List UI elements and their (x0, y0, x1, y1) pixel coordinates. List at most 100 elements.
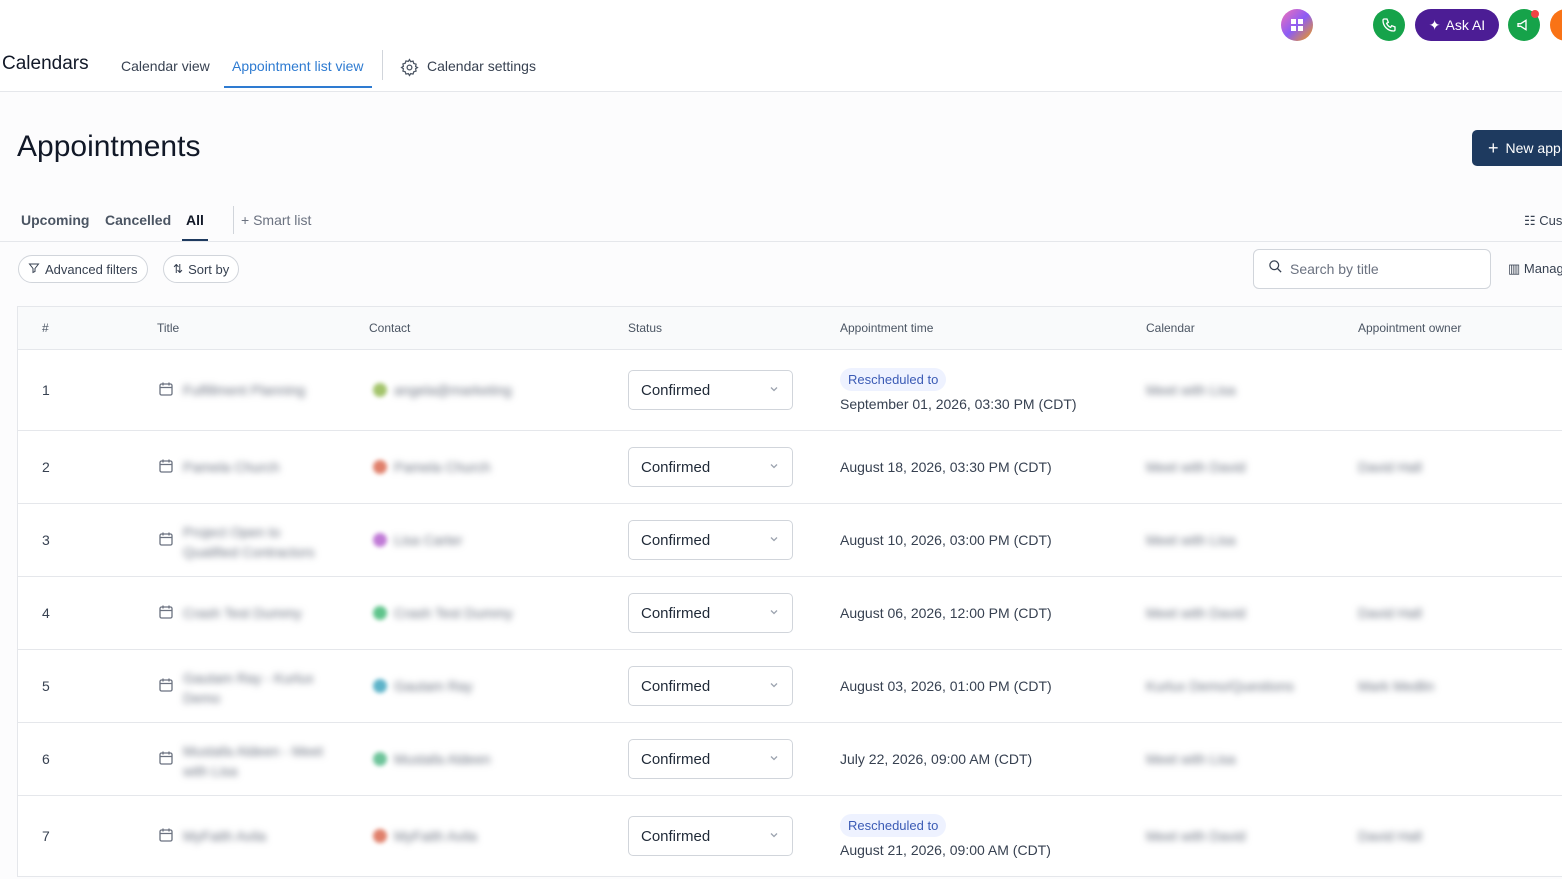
search-icon (1268, 259, 1283, 279)
table-row[interactable]: 7 MyFaith Avila MyFaith Avila Confirmed … (18, 796, 1562, 877)
phone-icon[interactable] (1373, 9, 1405, 41)
smart-list-button[interactable]: + Smart list (241, 212, 311, 228)
table-row[interactable]: 3 Project Open to Qualified Contractors … (18, 504, 1562, 577)
tab-appointment-list-view[interactable]: Appointment list view (224, 58, 372, 88)
appointment-owner: David Hall (1358, 459, 1422, 475)
calendar-icon (158, 381, 174, 400)
row-number: 6 (42, 751, 50, 767)
contact-name[interactable]: angela@marketing (394, 382, 594, 398)
customize-button[interactable]: ☷ Cus (1524, 213, 1562, 229)
contact-avatar (373, 829, 387, 843)
status-value: Confirmed (641, 750, 711, 768)
row-number: 3 (42, 532, 50, 548)
status-value: Confirmed (641, 381, 711, 399)
appointment-title[interactable]: Fulfillment Planning (183, 382, 333, 398)
appointment-title[interactable]: Pamela Church (183, 459, 333, 475)
appointment-title[interactable]: Gautam Ray - Kurlux Demo (183, 668, 333, 708)
row-number: 1 (42, 382, 50, 398)
search-input[interactable] (1290, 261, 1480, 277)
appointment-title[interactable]: Project Open to Qualified Contractors (183, 522, 333, 562)
status-select[interactable]: Confirmed (628, 666, 793, 706)
tab-calendar-settings[interactable]: Calendar settings (400, 58, 536, 88)
avatar[interactable] (1550, 9, 1562, 41)
status-select[interactable]: Confirmed (628, 816, 793, 856)
tab-cancelled[interactable]: Cancelled (105, 212, 171, 241)
appointment-owner: Mark Medlin (1358, 678, 1435, 694)
status-select[interactable]: Confirmed (628, 739, 793, 779)
manage-columns-button[interactable]: ▥ Manag (1508, 261, 1562, 277)
calendar-icon (158, 458, 174, 477)
tab-upcoming[interactable]: Upcoming (21, 212, 89, 241)
contact-avatar (373, 752, 387, 766)
customize-label: Cus (1539, 213, 1562, 228)
contact-name[interactable]: Lisa Carter (394, 532, 594, 548)
search-box[interactable] (1253, 249, 1491, 289)
status-select[interactable]: Confirmed (628, 370, 793, 410)
ask-ai-button[interactable]: ✦ Ask AI (1415, 9, 1499, 41)
chevron-down-icon (768, 532, 780, 549)
chevron-down-icon (768, 678, 780, 695)
appointment-title[interactable]: Crash Test Dummy (183, 605, 333, 621)
main-content: Appointments + New app Upcoming Cancelle… (0, 92, 1562, 879)
status-select[interactable]: Confirmed (628, 593, 793, 633)
contact-name[interactable]: Crash Test Dummy (394, 605, 594, 621)
calendar-name: Meet with David (1146, 459, 1246, 475)
tab-divider (233, 206, 234, 234)
appointments-table: # Title Contact Status Appointment time … (17, 306, 1562, 877)
tab-calendar-settings-label: Calendar settings (427, 58, 536, 74)
chevron-down-icon (768, 459, 780, 476)
notification-badge (1531, 10, 1539, 18)
apps-icon[interactable] (1281, 9, 1313, 41)
columns-icon: ▥ (1508, 261, 1521, 276)
new-appointment-button[interactable]: + New app (1472, 130, 1562, 166)
row-number: 4 (42, 605, 50, 621)
appointment-title[interactable]: Mustafa Aldeen - Meet with Lisa (183, 741, 333, 781)
filter-tabs: Upcoming Cancelled All + Smart list ☷ Cu… (0, 202, 1562, 242)
contact-name[interactable]: Pamela Church (394, 459, 594, 475)
tab-all[interactable]: All (182, 212, 208, 241)
tab-calendar-view[interactable]: Calendar view (121, 58, 210, 88)
col-calendar: Calendar (1146, 321, 1195, 335)
table-row[interactable]: 5 Gautam Ray - Kurlux Demo Gautam Ray Co… (18, 650, 1562, 723)
contact-name[interactable]: MyFaith Avila (394, 828, 594, 844)
chevron-down-icon (768, 605, 780, 622)
contact-avatar (373, 679, 387, 693)
contact-name[interactable]: Gautam Ray (394, 678, 594, 694)
calendar-name: Meet with Lisa (1146, 532, 1236, 548)
table-row[interactable]: 4 Crash Test Dummy Crash Test Dummy Conf… (18, 577, 1562, 650)
col-title: Title (157, 321, 180, 335)
table-header: # Title Contact Status Appointment time … (18, 307, 1562, 350)
appointment-time: July 22, 2026, 09:00 AM (CDT) (840, 751, 1033, 767)
filter-icon (28, 262, 40, 277)
contact-name[interactable]: Mustafa Aldeen (394, 751, 594, 767)
appointment-owner: David Hall (1358, 605, 1422, 621)
calendar-name: Meet with David (1146, 828, 1246, 844)
calendar-icon (158, 750, 174, 769)
table-row[interactable]: 1 Fulfillment Planning angela@marketing … (18, 350, 1562, 431)
columns-icon: ☷ (1524, 213, 1536, 228)
app-title: Calendars (2, 53, 89, 74)
table-row[interactable]: 6 Mustafa Aldeen - Meet with Lisa Mustaf… (18, 723, 1562, 796)
appointment-time: August 03, 2026, 01:00 PM (CDT) (840, 678, 1052, 694)
new-appointment-label: New app (1505, 140, 1561, 156)
sort-by-button[interactable]: ⇅ Sort by (163, 255, 240, 283)
manage-label: Manag (1523, 261, 1562, 276)
calendar-icon (158, 604, 174, 623)
status-select[interactable]: Confirmed (628, 447, 793, 487)
appointment-time: August 21, 2026, 09:00 AM (CDT) (840, 842, 1051, 858)
calendar-name: Meet with Lisa (1146, 382, 1236, 398)
chevron-down-icon (768, 828, 780, 845)
status-select[interactable]: Confirmed (628, 520, 793, 560)
table-row[interactable]: 2 Pamela Church Pamela Church Confirmed … (18, 431, 1562, 504)
advanced-filters-label: Advanced filters (45, 261, 138, 277)
appointment-title[interactable]: MyFaith Avila (183, 828, 333, 844)
advanced-filters-button[interactable]: Advanced filters (18, 255, 148, 283)
status-value: Confirmed (641, 531, 711, 549)
page-title: Appointments (17, 130, 201, 163)
appointment-time: August 10, 2026, 03:00 PM (CDT) (840, 532, 1052, 548)
calendar-icon (158, 827, 174, 846)
col-appointment-time: Appointment time (840, 321, 934, 335)
status-value: Confirmed (641, 677, 711, 695)
appointment-time: August 06, 2026, 12:00 PM (CDT) (840, 605, 1052, 621)
calendar-name: Meet with Lisa (1146, 751, 1236, 767)
